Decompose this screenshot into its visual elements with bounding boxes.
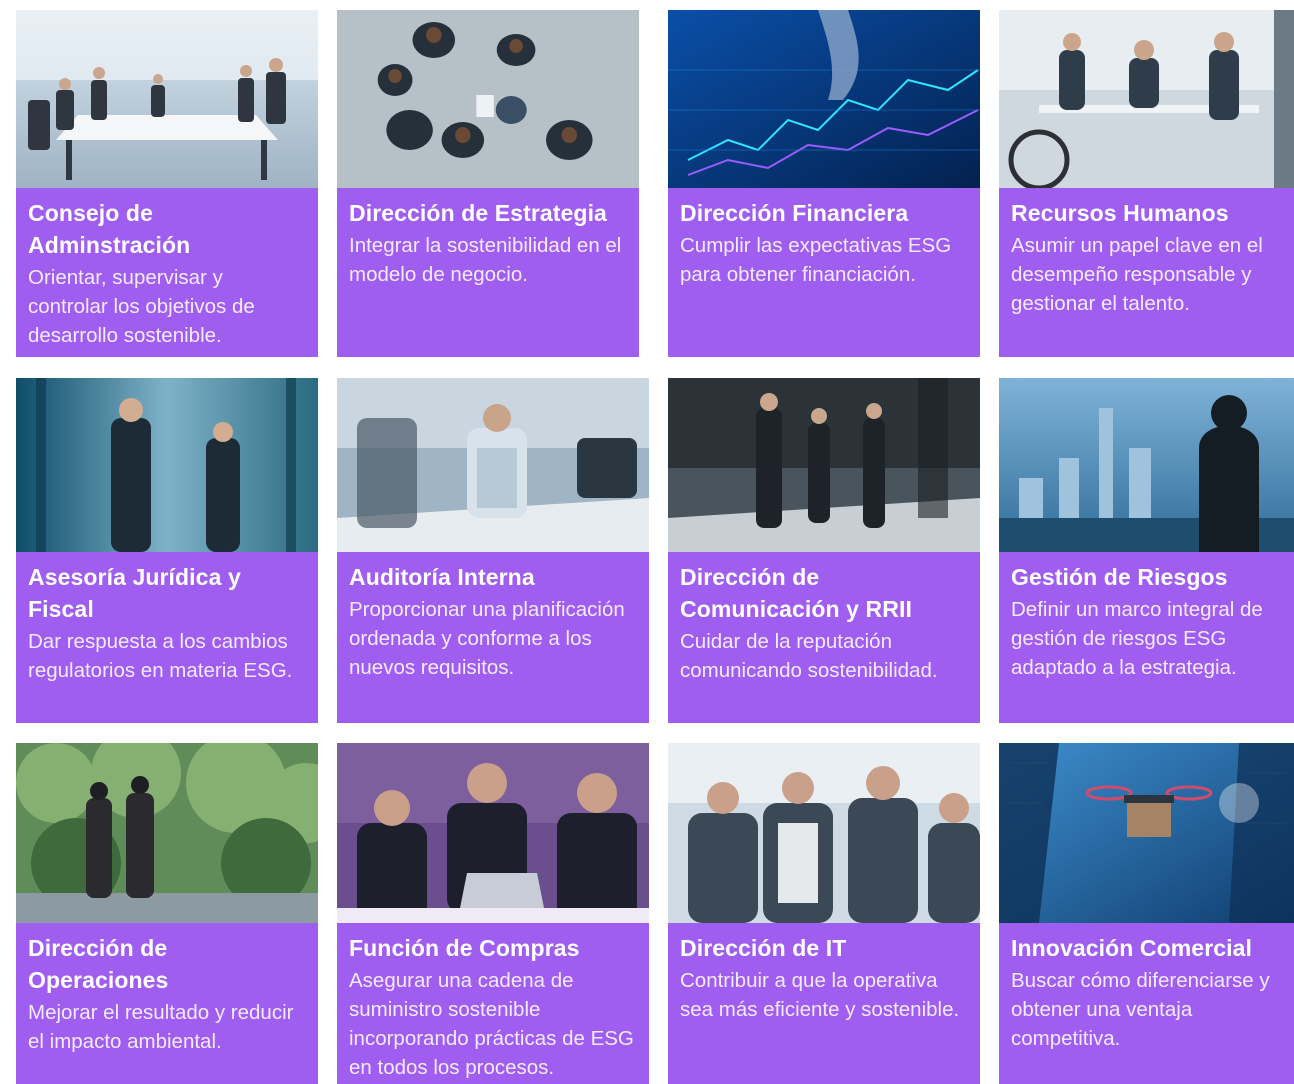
- card-title: Dirección de Estrategia: [349, 200, 607, 226]
- financial-chart-screen-photo: [668, 10, 980, 188]
- card-description: Cuidar de la reputación comunicando sost…: [680, 630, 938, 682]
- card-description: Asegurar una cadena de suministro sosten…: [349, 969, 634, 1079]
- card-innovacion-comercial[interactable]: Innovación Comercial Buscar cómo diferen…: [999, 743, 1294, 1084]
- people-walking-photo: [668, 378, 980, 552]
- card-description: Integrar la sostenibilidad en el modelo …: [349, 234, 622, 286]
- card-title: Función de Compras: [349, 935, 580, 961]
- card-description: Cumplir las expectativas ESG para obtene…: [680, 234, 952, 286]
- card-description: Dar respuesta a los cambios regulatorios…: [28, 630, 293, 682]
- card-recursos-humanos[interactable]: Recursos Humanos Asumir un papel clave e…: [999, 10, 1294, 357]
- card-gestion-de-riesgos[interactable]: Gestión de Riesgos Definir un marco inte…: [999, 378, 1294, 723]
- boardroom-meeting-photo: [16, 10, 318, 188]
- overhead-team-photo: [337, 10, 639, 188]
- card-description: Definir un marco integral de gestión de …: [1011, 598, 1263, 679]
- forest-view-photo: [16, 743, 318, 923]
- card-direccion-de-operaciones[interactable]: Dirección de Operaciones Mejorar el resu…: [16, 743, 318, 1084]
- card-auditoria-interna[interactable]: Auditoría Interna Proporcionar una plani…: [337, 378, 649, 723]
- card-description: Asumir un papel clave en el desempeño re…: [1011, 234, 1263, 315]
- card-title: Auditoría Interna: [349, 564, 535, 590]
- card-direccion-financiera[interactable]: Dirección Financiera Cumplir las expecta…: [668, 10, 980, 357]
- card-direccion-de-estrategia[interactable]: Dirección de Estrategia Integrar la sost…: [337, 10, 639, 357]
- laptop-meeting-photo: [337, 743, 649, 923]
- card-description: Orientar, supervisar y controlar los obj…: [28, 266, 255, 347]
- card-description: Buscar cómo diferenciarse y obtener una …: [1011, 969, 1270, 1050]
- office-discussion-photo: [668, 743, 980, 923]
- delivery-drone-photo: [999, 743, 1294, 923]
- card-title: Dirección de IT: [680, 935, 847, 961]
- card-title: Asesoría Jurídica y Fiscal: [28, 564, 241, 622]
- card-asesoria-juridica-y-fiscal[interactable]: Asesoría Jurídica y Fiscal Dar respuesta…: [16, 378, 318, 723]
- two-people-talking-photo: [16, 378, 318, 552]
- card-title: Recursos Humanos: [1011, 200, 1229, 226]
- city-skyline-photo: [999, 378, 1294, 552]
- card-title: Gestión de Riesgos: [1011, 564, 1228, 590]
- card-description: Contribuir a que la operativa sea más ef…: [680, 969, 960, 1021]
- card-direccion-de-comunicacion[interactable]: Dirección de Comunicación y RRII Cuidar …: [668, 378, 980, 723]
- meeting-table-photo: [337, 378, 649, 552]
- card-description: Mejorar el resultado y reducir el impact…: [28, 1001, 294, 1053]
- card-direccion-de-it[interactable]: Dirección de IT Contribuir a que la oper…: [668, 743, 980, 1084]
- office-team-photo: [999, 10, 1294, 188]
- card-title: Consejo de Adminstración: [28, 200, 191, 258]
- card-title: Dirección Financiera: [680, 200, 909, 226]
- card-description: Proporcionar una planificación ordenada …: [349, 598, 625, 679]
- card-title: Dirección de Operaciones: [28, 935, 169, 993]
- card-title: Innovación Comercial: [1011, 935, 1253, 961]
- card-funcion-de-compras[interactable]: Función de Compras Asegurar una cadena d…: [337, 743, 649, 1084]
- card-title: Dirección de Comunicación y RRII: [680, 564, 912, 622]
- card-consejo-de-administracion[interactable]: Consejo de Adminstración Orientar, super…: [16, 10, 318, 357]
